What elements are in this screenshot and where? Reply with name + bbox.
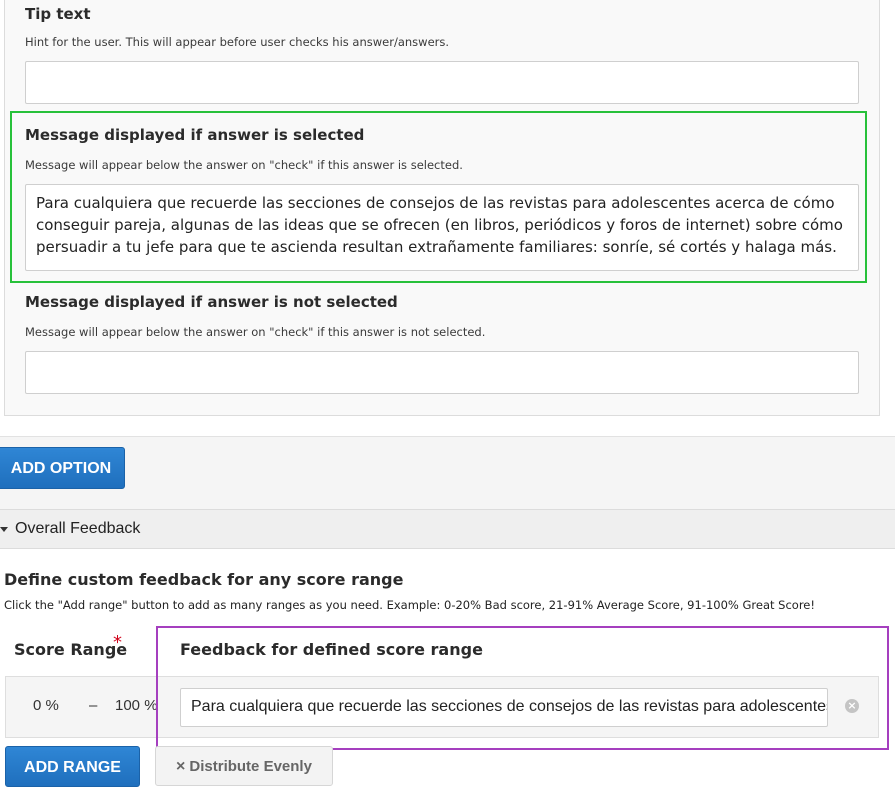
close-icon: × xyxy=(176,758,186,775)
overall-feedback-description: Click the "Add range" button to add as m… xyxy=(4,598,815,612)
not-selected-message-hint: Message will appear below the answer on … xyxy=(25,325,486,339)
tip-text-label: Tip text xyxy=(25,5,91,23)
highlight-feedback xyxy=(156,626,889,750)
not-selected-message-input[interactable] xyxy=(25,351,859,394)
range-to[interactable]: 100 % xyxy=(115,697,158,714)
required-asterisk: * xyxy=(113,632,122,653)
overall-feedback-title: Overall Feedback xyxy=(15,520,141,537)
score-range-header: Score Range xyxy=(14,640,128,659)
tip-text-input[interactable] xyxy=(25,61,859,104)
highlight-selected-message xyxy=(10,111,867,283)
caret-down-icon xyxy=(0,527,8,532)
range-from[interactable]: 0 % xyxy=(33,697,59,714)
not-selected-message-label: Message displayed if answer is not selec… xyxy=(25,293,398,311)
add-option-button[interactable]: ADD OPTION xyxy=(0,447,125,489)
distribute-evenly-label: Distribute Evenly xyxy=(189,758,312,775)
add-range-button[interactable]: ADD RANGE xyxy=(5,746,140,787)
overall-feedback-heading: Define custom feedback for any score ran… xyxy=(4,570,404,589)
overall-feedback-header[interactable]: Overall Feedback xyxy=(0,509,895,549)
range-separator: – xyxy=(89,697,98,714)
distribute-evenly-button[interactable]: × Distribute Evenly xyxy=(155,746,333,786)
tip-text-hint: Hint for the user. This will appear befo… xyxy=(25,35,450,49)
add-option-band xyxy=(0,436,895,509)
